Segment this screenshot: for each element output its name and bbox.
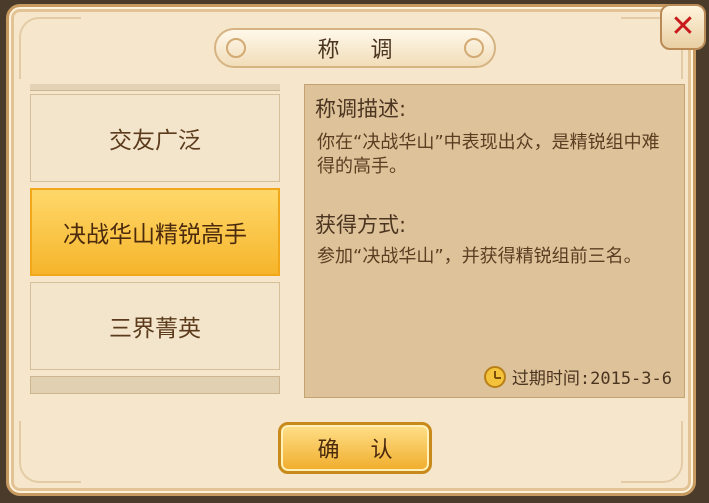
corner-ornament (19, 421, 81, 483)
description-text: 你在“决战华山”中表现出众，是精锐组中难得的高手。 (317, 132, 660, 177)
title-list-item[interactable]: 三界菁英 (30, 282, 280, 370)
list-top-edge (30, 84, 280, 91)
description-panel: 称调描述: 你在“决战华山”中表现出众，是精锐组中难得的高手。 获得方式: 参加… (304, 84, 685, 398)
corner-ornament (621, 421, 683, 483)
swirl-ornament-icon (464, 38, 484, 58)
title-list: 交友广泛 决战华山精锐高手 三界菁英 (30, 84, 280, 396)
close-button[interactable]: ✕ (660, 4, 706, 50)
dialog-title: 称 调 (317, 38, 405, 63)
title-banner: 称 调 (214, 28, 496, 68)
obtain-heading: 获得方式: (315, 213, 407, 237)
expiry-info: 过期时间:2015-3-6 (483, 364, 672, 389)
list-bottom-edge (30, 376, 280, 394)
obtain-text: 参加“决战华山”，并获得精锐组前三名。 (317, 246, 642, 267)
title-list-item-selected[interactable]: 决战华山精锐高手 (30, 188, 280, 276)
clock-icon (483, 365, 506, 388)
corner-ornament (19, 17, 81, 79)
swirl-ornament-icon (226, 38, 246, 58)
confirm-button[interactable]: 确 认 (278, 422, 432, 474)
description-heading: 称调描述: (315, 97, 407, 121)
title-list-item[interactable]: 交友广泛 (30, 94, 280, 182)
expiry-label: 过期时间:2015-3-6 (511, 369, 672, 389)
close-icon: ✕ (670, 9, 696, 44)
